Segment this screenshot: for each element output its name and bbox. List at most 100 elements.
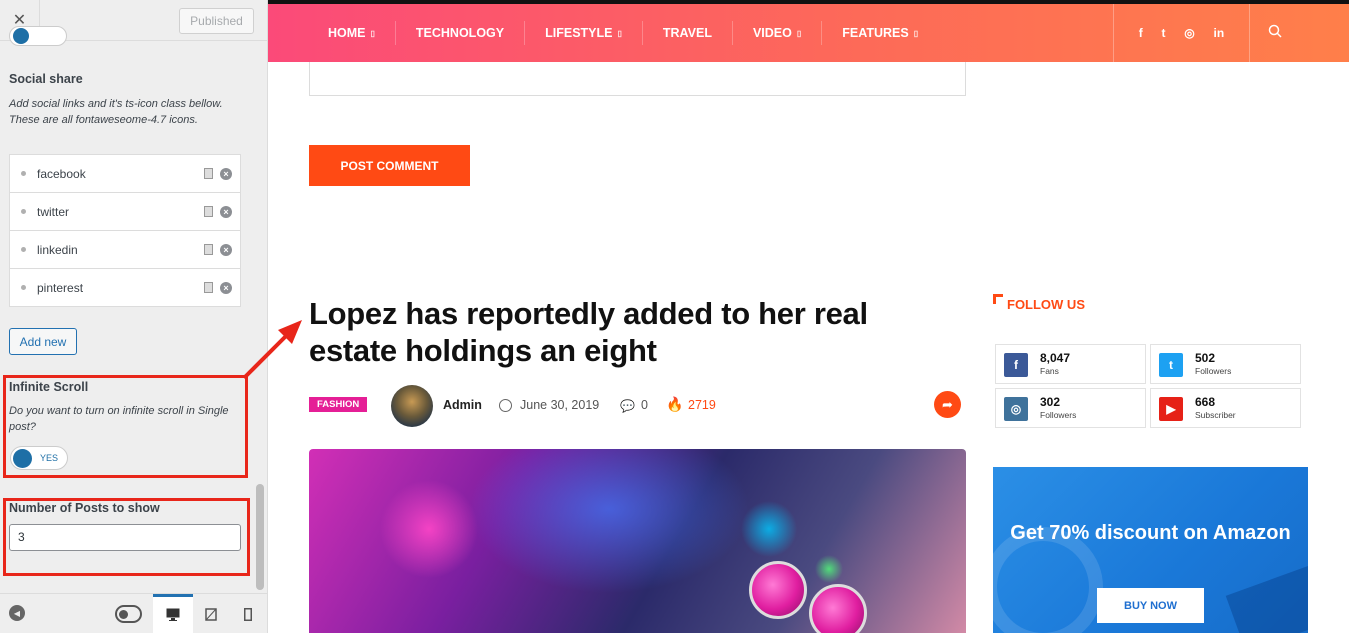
counter-label: Followers (1040, 410, 1077, 420)
social-counter-instagram[interactable]: ◎ 302 Followers (995, 388, 1146, 428)
featured-image[interactable] (309, 449, 966, 633)
duplicate-icon[interactable] (204, 244, 213, 255)
social-share-item[interactable]: twitter × (9, 192, 241, 231)
youtube-icon: ▶ (1159, 397, 1183, 421)
infinite-scroll-toggle[interactable]: YES (10, 446, 68, 470)
social-share-list: facebook × twitter × linkedin × pinteres… (9, 154, 241, 307)
author-name[interactable]: Admin (443, 398, 482, 412)
toggle-knob (13, 449, 32, 468)
publish-button[interactable]: Published (179, 8, 254, 34)
drag-handle-icon[interactable] (21, 209, 26, 214)
drag-handle-icon[interactable] (21, 171, 26, 176)
preview-toggle-icon[interactable] (115, 605, 142, 623)
social-share-item-label: facebook (37, 167, 86, 181)
infinite-scroll-title: Infinite Scroll (9, 380, 89, 394)
social-counter-twitter[interactable]: t 502 Followers (1150, 344, 1301, 384)
amazon-ad-banner[interactable]: Get 70% discount on Amazon BUY NOW (993, 467, 1308, 633)
nav-item-label: TECHNOLOGY (415, 26, 505, 40)
instagram-icon[interactable]: ◎ (1184, 26, 1194, 40)
chevron-down-icon: ▯ (370, 28, 375, 38)
twitter-icon: t (1159, 353, 1183, 377)
nav-item-label: FEATURES (842, 26, 909, 40)
annotation-arrow-icon (242, 320, 302, 380)
duplicate-icon[interactable] (204, 282, 213, 293)
title-corner-icon (993, 294, 1003, 304)
article-meta: FASHION Admin June 30, 2019 💬 0 🔥 2719 ➦ (309, 385, 966, 427)
remove-icon[interactable]: × (220, 168, 232, 180)
nav-item-travel[interactable]: TRAVEL (643, 21, 733, 45)
counter-label: Fans (1040, 366, 1059, 376)
counter-label: Subscriber (1195, 410, 1236, 420)
article-title[interactable]: Lopez has reportedly added to her real e… (309, 295, 949, 369)
collapse-icon[interactable]: ◀ (9, 605, 25, 621)
fire-icon: 🔥 (666, 396, 684, 412)
main-nav: HOME ▯ TECHNOLOGY LIFESTYLE ▯ TRAVEL VIDEO… (308, 4, 938, 62)
comments-icon: 💬 (620, 399, 635, 413)
tablet-icon[interactable] (204, 605, 217, 623)
social-share-item-label: linkedin (37, 243, 78, 257)
laptop-illustration (1225, 561, 1308, 633)
social-share-description: Add social links and it's ts-icon class … (9, 98, 223, 126)
glasses-lens-left (749, 561, 807, 619)
chevron-down-icon: ▯ (796, 28, 802, 38)
counter-value: 302 (1040, 395, 1061, 409)
facebook-icon[interactable]: f (1139, 26, 1143, 40)
comment-textarea[interactable] (309, 62, 966, 96)
posts-to-show-title: Number of Posts to show (9, 501, 160, 515)
remove-icon[interactable]: × (220, 282, 232, 294)
social-share-item[interactable]: pinterest × (9, 268, 241, 307)
nav-item-lifestyle[interactable]: LIFESTYLE ▯ (525, 21, 643, 45)
nav-item-video[interactable]: VIDEO ▯ (733, 21, 823, 45)
add-new-button[interactable]: Add new (9, 328, 77, 355)
social-share-item-label: twitter (37, 205, 70, 219)
comment-count: 0 (641, 398, 648, 412)
site-header: HOME ▯ TECHNOLOGY LIFESTYLE ▯ TRAVEL VIDEO… (268, 0, 1349, 62)
customizer-footer: ◀ (0, 593, 267, 633)
social-share-item[interactable]: linkedin × (9, 230, 241, 269)
share-icon[interactable]: ➦ (934, 391, 961, 418)
infinite-scroll-description: Do you want to turn on infinite scroll i… (9, 405, 229, 433)
drag-handle-icon[interactable] (21, 285, 26, 290)
buy-now-button[interactable]: BUY NOW (1097, 588, 1204, 623)
linkedin-icon[interactable]: in (1214, 26, 1225, 40)
social-counter-facebook[interactable]: f 8,047 Fans (995, 344, 1146, 384)
mobile-icon[interactable] (243, 605, 252, 623)
glasses-lens-right (809, 584, 867, 633)
social-counter-youtube[interactable]: ▶ 668 Subscriber (1150, 388, 1301, 428)
nav-item-label: LIFESTYLE (545, 26, 613, 40)
nav-item-home[interactable]: HOME ▯ (308, 21, 396, 45)
social-share-title: Social share (9, 72, 83, 86)
facebook-icon: f (1004, 353, 1028, 377)
search-icon[interactable] (1268, 24, 1286, 42)
desktop-icon[interactable] (166, 605, 180, 623)
nav-item-features[interactable]: FEATURES ▯ (822, 21, 938, 45)
counter-label: Followers (1195, 366, 1232, 376)
twitter-icon[interactable]: t (1162, 26, 1166, 40)
clock-icon (499, 399, 512, 412)
social-share-item[interactable]: facebook × (9, 154, 241, 193)
toggle-label: YES (40, 453, 59, 463)
header-social-links: f t ◎ in (1113, 4, 1250, 62)
sidebar-scrollbar[interactable] (256, 484, 264, 590)
remove-icon[interactable]: × (220, 244, 232, 256)
remove-icon[interactable]: × (220, 206, 232, 218)
instagram-icon: ◎ (1004, 397, 1028, 421)
drag-handle-icon[interactable] (21, 247, 26, 252)
customizer-sidebar: ✕ Published Social share Add social link… (0, 0, 268, 633)
counter-value: 668 (1195, 395, 1216, 409)
social-share-item-label: pinterest (37, 281, 84, 295)
duplicate-icon[interactable] (204, 206, 213, 217)
previous-toggle[interactable] (9, 26, 67, 46)
category-badge[interactable]: FASHION (309, 397, 368, 412)
counter-value: 502 (1195, 351, 1216, 365)
post-comment-button[interactable]: POST COMMENT (309, 145, 470, 186)
chevron-down-icon: ▯ (913, 28, 919, 38)
counter-value: 8,047 (1040, 351, 1071, 365)
post-date: June 30, 2019 (520, 398, 600, 412)
nav-item-label: TRAVEL (662, 26, 712, 40)
avatar[interactable] (391, 385, 433, 427)
duplicate-icon[interactable] (204, 168, 213, 179)
posts-to-show-input[interactable]: 3 (9, 524, 241, 551)
nav-item-technology[interactable]: TECHNOLOGY (396, 21, 526, 45)
nav-item-label: VIDEO (752, 26, 792, 40)
